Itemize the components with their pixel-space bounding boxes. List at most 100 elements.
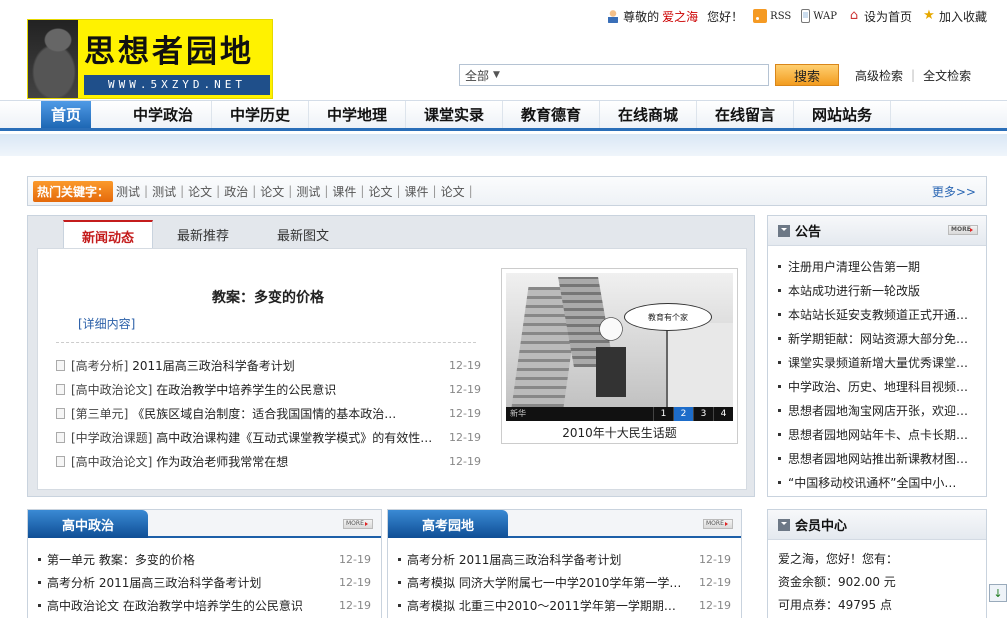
list-item[interactable]: 高考模拟 北重三中2010～2011学年第一学期期中考试… 12-19 <box>398 594 731 617</box>
list-item[interactable]: 高考分析 2011届高三政治科学备考计划 12-19 <box>38 571 371 594</box>
search-input[interactable] <box>513 66 768 84</box>
list-item[interactable]: 思想者园地网站推出新课教材图… <box>778 446 986 470</box>
keyword-link[interactable]: 论文 <box>260 183 284 200</box>
nav-item-politics[interactable]: 中学政治 <box>115 101 212 128</box>
gaokao-column: 高考园地 MORE 高考分析 2011届高三政治科学备考计划 12-19 高考模拟… <box>387 509 742 618</box>
bullet <box>778 336 781 340</box>
bullet <box>778 408 781 412</box>
search-scope-select[interactable]: 全部 <box>465 67 489 84</box>
more-link[interactable]: MORE <box>703 519 733 529</box>
nav-item-guestbook[interactable]: 在线留言 <box>697 101 794 128</box>
list-item[interactable]: 第一单元 教案：多变的价格 12-19 <box>38 548 371 571</box>
nav-item-shop[interactable]: 在线商城 <box>600 101 697 128</box>
star-icon: ★ <box>923 8 935 23</box>
add-bookmark-label: 加入收藏 <box>938 9 987 24</box>
member-balance: 资金余额：902.00 元 <box>778 575 896 589</box>
wap-link[interactable]: WAP <box>801 9 837 23</box>
keyword-link[interactable]: 论文 <box>441 183 465 200</box>
list-item[interactable]: 思想者园地淘宝网店开张，欢迎… <box>778 398 986 422</box>
list-item[interactable]: 本站成功进行新一轮改版 <box>778 278 986 302</box>
list-item[interactable]: 新学期钜献：网站资源大部分免… <box>778 326 986 350</box>
site-logo[interactable]: 思想者园地 WWW.5XZYD.NET <box>27 19 273 99</box>
list-item[interactable]: 中学政治、历史、地理科目视频… <box>778 374 986 398</box>
fulltext-search-link[interactable]: 全文检索 <box>923 67 971 84</box>
keyword-link[interactable]: 政治 <box>224 183 248 200</box>
slideshow-image[interactable]: 教育有个家 新华 1 2 3 4 <box>506 273 733 421</box>
list-item[interactable]: 注册用户清理公告第一期 <box>778 254 986 278</box>
slide-page-2[interactable]: 2 <box>673 407 693 421</box>
member-title: 会员中心 <box>795 519 848 534</box>
list-item[interactable]: 高考分析 2011届高三政治科学备考计划 12-19 <box>398 548 731 571</box>
mobile-icon <box>801 9 811 23</box>
column-title[interactable]: 高考园地 <box>388 510 508 538</box>
column-header: 高中政治 MORE <box>28 510 381 538</box>
list-item[interactable]: 高考模拟 同济大学附属七一中学2010学年第一学期高… 12-19 <box>398 571 731 594</box>
greeting-suffix: 您好！ <box>707 9 744 24</box>
username-link[interactable]: 爱之海 <box>662 8 698 25</box>
more-keywords-link[interactable]: 更多>> <box>932 183 976 200</box>
keyword-link[interactable]: 论文 <box>368 183 392 200</box>
tab-news[interactable]: 新闻动态 <box>63 220 154 250</box>
news-title-text: 在政治教学中培养学生的公民意识 <box>156 382 337 397</box>
member-info: 爱之海，您好！您有： 资金余额：902.00 元 可用点券：49795 点 <box>768 540 986 618</box>
list-item[interactable]: “中国移动校讯通杯”全国中小… <box>778 470 986 494</box>
rss-label: RSS <box>770 10 792 22</box>
news-title: [第三单元] 《民族区域自治制度：适合我国国情的基本政治… <box>71 405 439 422</box>
keyword-link[interactable]: 论文 <box>188 183 212 200</box>
featured-article-title[interactable]: 教案：多变的价格 <box>38 287 498 307</box>
list-item[interactable]: 思想者园地网站年卡、点卡长期… <box>778 422 986 446</box>
more-link[interactable]: MORE <box>343 519 373 529</box>
nav-item-classroom[interactable]: 课堂实录 <box>406 101 503 128</box>
divider: | <box>216 184 221 198</box>
column-title[interactable]: 高中政治 <box>28 510 148 538</box>
nav-item-education[interactable]: 教育德育 <box>503 101 600 128</box>
nav-item-home[interactable]: 首页 <box>41 101 91 128</box>
list-item[interactable]: 高中政治论文 在政治教学中培养学生的公民意识 12-19 <box>38 594 371 617</box>
nav-item-history[interactable]: 中学历史 <box>212 101 309 128</box>
tab-recommended[interactable]: 最新推荐 <box>153 220 253 248</box>
document-icon <box>56 383 65 395</box>
slideshow-caption[interactable]: 2010年十大民生话题 <box>506 424 733 441</box>
list-item[interactable]: [高考分析] 2011届高三政治科学备考计划 12-19 <box>56 353 481 377</box>
nav-item-site-affairs[interactable]: 网站站务 <box>794 101 891 128</box>
scroll-down-icon[interactable]: ↓ <box>989 584 1007 602</box>
search-button[interactable]: 搜索 <box>775 64 839 86</box>
keyword-link[interactable]: 课件 <box>332 183 356 200</box>
collapse-icon <box>778 518 790 531</box>
tab-picture-news[interactable]: 最新图文 <box>253 220 353 248</box>
list-item[interactable]: [中学政治课题] 高中政治课构建《互动式课堂教学模式》的有效性… 12-19 <box>56 425 481 449</box>
keyword-link[interactable]: 课件 <box>405 183 429 200</box>
list-item[interactable]: [高中政治论文] 在政治教学中培养学生的公民意识 12-19 <box>56 377 481 401</box>
set-homepage-link[interactable]: ⌂ 设为首页 <box>847 8 912 25</box>
add-bookmark-link[interactable]: ★ 加入收藏 <box>922 8 987 25</box>
speech-bubble: 教育有个家 <box>624 303 712 331</box>
chevron-down-icon[interactable]: ▼ <box>493 70 500 80</box>
news-content: 教案：多变的价格 [详细内容] [高考分析] 2011届高三政治科学备考计划 12… <box>37 248 747 490</box>
logo-title: 思想者园地 <box>84 34 254 70</box>
slide-page-3[interactable]: 3 <box>693 407 713 421</box>
more-link[interactable]: MORE <box>948 225 978 235</box>
list-item[interactable]: 课堂实录频道新增大量优秀课堂… <box>778 350 986 374</box>
list-item[interactable]: 本站站长延安支教频道正式开通… <box>778 302 986 326</box>
collapse-icon <box>778 224 790 237</box>
list-item[interactable]: [第三单元] 《民族区域自治制度：适合我国国情的基本政治… 12-19 <box>56 401 481 425</box>
divider: | <box>468 184 473 198</box>
keyword-link[interactable]: 测试 <box>296 183 320 200</box>
keyword-link[interactable]: 测试 <box>116 183 140 200</box>
member-panel: 会员中心 爱之海，您好！您有： 资金余额：902.00 元 可用点券：49795… <box>767 509 987 618</box>
list-item[interactable]: [高中政治论文] 作为政治老师我常常在想 12-19 <box>56 449 481 473</box>
slideshow-pager: 新华 1 2 3 4 <box>506 407 733 421</box>
image-slideshow: 教育有个家 新华 1 2 3 4 2010年十大民生话题 <box>501 268 738 444</box>
detail-link[interactable]: [详细内容] <box>78 315 135 332</box>
advanced-search-link[interactable]: 高级检索 <box>855 67 903 84</box>
news-title-text: 《民族区域自治制度：适合我国国情的基本政治… <box>132 406 397 421</box>
nav-item-geography[interactable]: 中学地理 <box>309 101 406 128</box>
divider: | <box>252 184 257 198</box>
news-category: [第三单元] <box>71 406 129 421</box>
document-icon <box>56 455 65 467</box>
slide-page-4[interactable]: 4 <box>713 407 733 421</box>
image-credit: 新华 <box>510 409 526 418</box>
keyword-link[interactable]: 测试 <box>152 183 176 200</box>
rss-link[interactable]: RSS <box>753 9 791 23</box>
slide-page-1[interactable]: 1 <box>653 407 673 421</box>
